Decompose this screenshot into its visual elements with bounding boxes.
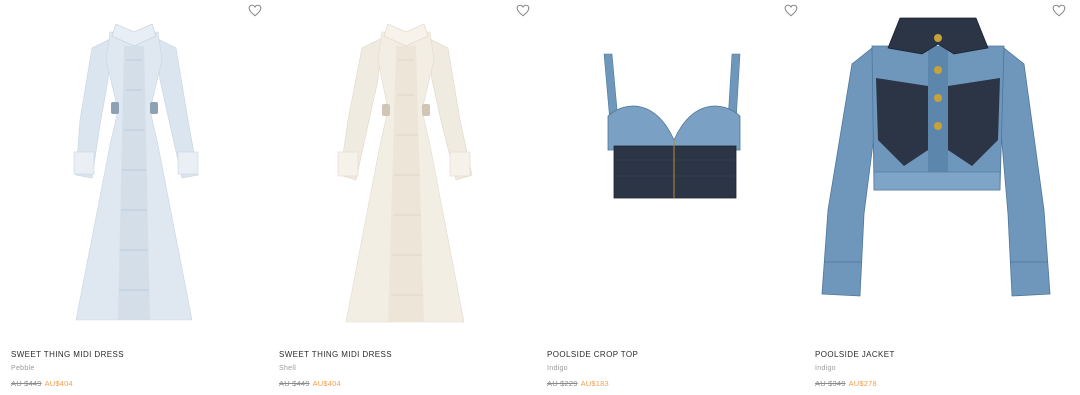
sale-price: AU$278 bbox=[848, 379, 877, 388]
product-price: AU $229 AU$183 bbox=[547, 379, 609, 388]
original-price: AU $349 bbox=[815, 379, 846, 388]
sale-price: AU$404 bbox=[44, 379, 73, 388]
product-card[interactable]: POOLSIDE JACKET Indigo AU $349 AU$278 bbox=[804, 0, 1072, 395]
product-card[interactable]: SWEET THING MIDI DRESS Shell AU $449 AU$4… bbox=[268, 0, 536, 395]
product-name[interactable]: SWEET THING MIDI DRESS bbox=[11, 350, 124, 359]
product-card[interactable]: POOLSIDE CROP TOP Indigo AU $229 AU$183 bbox=[536, 0, 804, 395]
product-name[interactable]: POOLSIDE CROP TOP bbox=[547, 350, 638, 359]
original-price: AU $449 bbox=[279, 379, 310, 388]
product-price: AU $449 AU$404 bbox=[279, 379, 341, 388]
sale-price: AU$404 bbox=[312, 379, 341, 388]
product-color: Indigo bbox=[815, 365, 836, 372]
product-name[interactable]: POOLSIDE JACKET bbox=[815, 350, 895, 359]
product-price: AU $349 AU$278 bbox=[815, 379, 877, 388]
product-card[interactable]: SWEET THING MIDI DRESS Pebble AU $449 AU$… bbox=[0, 0, 268, 395]
product-image-crop-top[interactable] bbox=[536, 0, 804, 338]
product-grid: SWEET THING MIDI DRESS Pebble AU $449 AU$… bbox=[0, 0, 1080, 395]
product-name[interactable]: SWEET THING MIDI DRESS bbox=[279, 350, 392, 359]
product-color: Shell bbox=[279, 365, 297, 372]
product-color: Pebble bbox=[11, 365, 35, 372]
product-image-pebble-dress[interactable] bbox=[0, 0, 268, 338]
heart-outline-icon[interactable] bbox=[784, 4, 798, 17]
product-image-shell-dress[interactable] bbox=[268, 0, 536, 338]
original-price: AU $229 bbox=[547, 379, 578, 388]
heart-outline-icon[interactable] bbox=[248, 4, 262, 17]
product-image-jacket[interactable] bbox=[804, 0, 1072, 338]
product-color: Indigo bbox=[547, 365, 568, 372]
sale-price: AU$183 bbox=[580, 379, 609, 388]
product-price: AU $449 AU$404 bbox=[11, 379, 73, 388]
original-price: AU $449 bbox=[11, 379, 42, 388]
heart-outline-icon[interactable] bbox=[516, 4, 530, 17]
heart-outline-icon[interactable] bbox=[1052, 4, 1066, 17]
